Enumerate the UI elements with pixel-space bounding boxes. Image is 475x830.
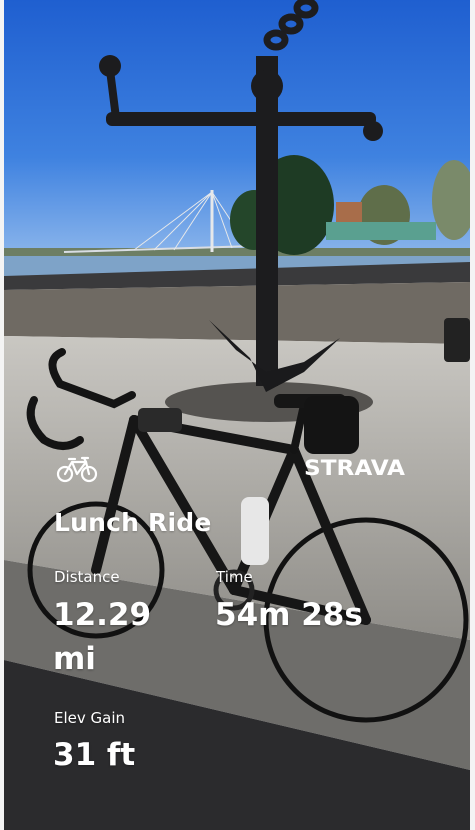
bicycle-icon xyxy=(56,456,98,483)
activity-overlay: STRAVA Lunch Ride Distance 12.29 mi Time… xyxy=(4,0,470,830)
distance-value: 12.29 mi xyxy=(53,597,152,677)
strava-logo: STRAVA xyxy=(304,456,406,480)
distance-label: Distance xyxy=(54,568,120,586)
story-frame: STRAVA Lunch Ride Distance 12.29 mi Time… xyxy=(0,0,475,830)
time-label: Time xyxy=(216,568,253,586)
time-value: 54m 28s xyxy=(215,597,363,633)
elevation-value: 31 ft xyxy=(53,737,136,773)
activity-title: Lunch Ride xyxy=(54,508,212,537)
strava-wordmark: STRAVA xyxy=(304,456,406,480)
elevation-label: Elev Gain xyxy=(54,709,126,727)
